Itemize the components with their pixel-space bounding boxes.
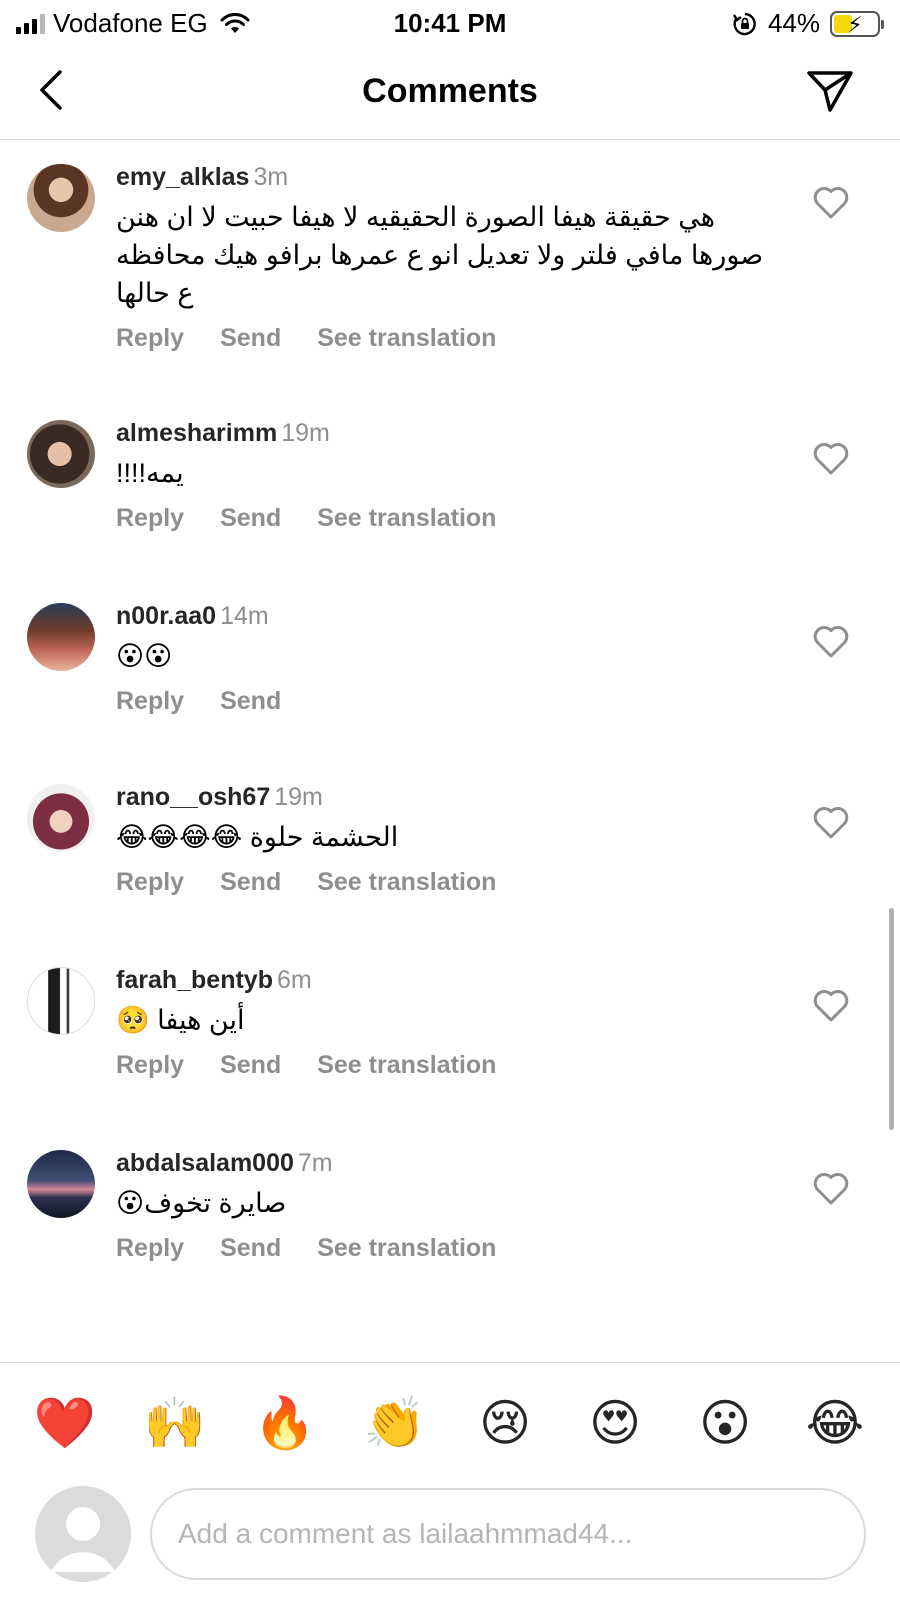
comment-text: الحشمة حلوة 😂😂😂😂 [116, 822, 399, 852]
avatar[interactable] [27, 603, 95, 671]
avatar[interactable] [27, 1150, 95, 1218]
reaction-fire-emoji[interactable]: 🔥 [250, 1393, 320, 1453]
comment-input[interactable] [150, 1488, 866, 1580]
comment-time: 6m [276, 966, 312, 994]
battery-percent: 44% [767, 8, 820, 38]
send-button[interactable]: Send [220, 1234, 281, 1263]
comment-text: يمه!!!! [116, 458, 184, 488]
charging-bolt-icon: ⚡ [847, 11, 863, 37]
comment-composer [0, 1482, 900, 1600]
heart-icon[interactable] [812, 987, 850, 1023]
heart-icon[interactable] [812, 1170, 850, 1206]
see-translation-button[interactable]: See translation [317, 868, 496, 897]
reaction-heart-eyes-emoji[interactable]: 😍 [580, 1393, 650, 1453]
avatar[interactable] [27, 420, 95, 488]
avatar [35, 1486, 131, 1582]
reaction-clap-emoji[interactable]: 👏 [360, 1393, 430, 1453]
send-button[interactable]: Send [220, 687, 281, 716]
battery-icon: ⚡ [830, 10, 884, 37]
see-translation-button[interactable]: See translation [317, 1234, 496, 1263]
reaction-surprised-emoji[interactable]: 😮 [690, 1393, 760, 1453]
comment-username[interactable]: rano__osh67 [116, 783, 270, 811]
page-title: Comments [362, 72, 538, 110]
reply-button[interactable]: Reply [116, 504, 184, 533]
comment-time: 3m [253, 163, 289, 191]
orientation-lock-icon [732, 12, 756, 35]
comment-text: 😮😮 [116, 641, 173, 671]
reaction-heart-emoji[interactable]: ❤️ [30, 1393, 100, 1453]
comment-username[interactable]: n00r.aa0 [116, 602, 216, 630]
send-button[interactable]: Send [220, 324, 281, 353]
paper-plane-icon[interactable] [804, 64, 856, 116]
heart-icon[interactable] [812, 440, 850, 476]
heart-icon[interactable] [812, 184, 850, 220]
comment-text: أين هيفا 🥺 [116, 1005, 245, 1035]
status-bar: Vodafone EG 10:41 PM 44% ⚡ [0, 0, 900, 46]
reply-button[interactable]: Reply [116, 1051, 184, 1080]
comment-username[interactable]: abdalsalam000 [116, 1149, 294, 1177]
comment-username[interactable]: farah_bentyb [116, 966, 273, 994]
comment-username[interactable]: almesharimm [116, 419, 277, 447]
header: Comments [0, 46, 900, 140]
heart-icon[interactable] [812, 804, 850, 840]
reaction-crying-emoji[interactable]: 😢 [470, 1393, 540, 1453]
comment-time: 7m [297, 1149, 333, 1177]
quick-reactions-bar: ❤️ 🙌 🔥 👏 😢 😍 😮 😂 [0, 1362, 900, 1482]
default-user-icon [51, 1507, 115, 1572]
see-translation-button[interactable]: See translation [317, 504, 496, 533]
heart-icon[interactable] [812, 623, 850, 659]
status-right: 44% ⚡ [732, 8, 884, 39]
comment-time: 14m [220, 602, 269, 630]
reaction-raised-hands-emoji[interactable]: 🙌 [140, 1393, 210, 1453]
comment-time: 19m [274, 783, 323, 811]
comment-time: 19m [281, 419, 330, 447]
avatar[interactable] [27, 967, 95, 1035]
reply-button[interactable]: Reply [116, 868, 184, 897]
see-translation-button[interactable]: See translation [317, 324, 496, 353]
send-button[interactable]: Send [220, 868, 281, 897]
send-button[interactable]: Send [220, 1051, 281, 1080]
see-translation-button[interactable]: See translation [317, 1051, 496, 1080]
send-button[interactable]: Send [220, 504, 281, 533]
comments-list[interactable]: emy_alklas 3m هي حقيقة هيفا الصورة الحقيق… [0, 140, 900, 1360]
reply-button[interactable]: Reply [116, 687, 184, 716]
avatar[interactable] [27, 784, 95, 852]
reaction-laughing-emoji[interactable]: 😂 [800, 1393, 870, 1453]
avatar[interactable] [27, 164, 95, 232]
comment-text: صايرة تخوف😮 [116, 1188, 287, 1218]
comment-text: هي حقيقة هيفا الصورة الحقيقيه لا هيفا حب… [116, 202, 764, 308]
reply-button[interactable]: Reply [116, 324, 184, 353]
reply-button[interactable]: Reply [116, 1234, 184, 1263]
comment-username[interactable]: emy_alklas [116, 163, 249, 191]
scrollbar[interactable] [889, 908, 894, 1130]
